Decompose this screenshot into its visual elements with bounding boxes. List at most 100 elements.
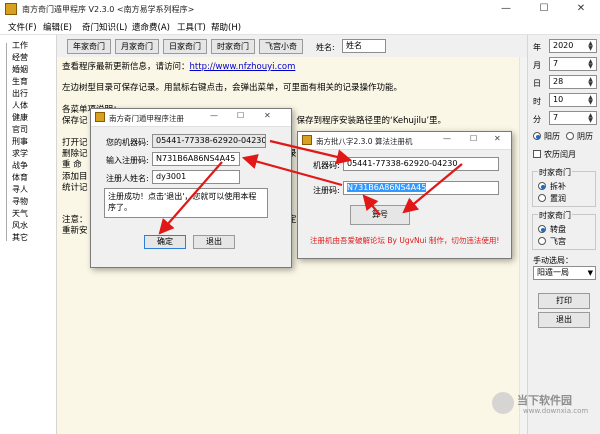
- app-icon: [5, 3, 17, 15]
- year-value: 2020: [553, 41, 574, 50]
- content-scrollbar[interactable]: [519, 57, 527, 434]
- solar-radio[interactable]: [533, 132, 541, 140]
- minute-spinner[interactable]: 7 ▲ ▼: [549, 111, 597, 125]
- chaibu-radio[interactable]: [538, 182, 546, 190]
- zhirun-radio[interactable]: [538, 194, 546, 202]
- month-label: 月: [533, 61, 541, 70]
- feigong-radio[interactable]: [538, 237, 546, 245]
- register-code-label: 输入注册码:: [106, 156, 149, 165]
- save-path-text: ）保存到程序安装路径里的‘Kehujilu’里。: [288, 116, 447, 126]
- register-exit-button[interactable]: 退出: [193, 235, 235, 249]
- spin-arrows-icon[interactable]: ▲ ▼: [586, 41, 595, 52]
- rename-text: 重 命: [62, 160, 82, 170]
- year-spinner[interactable]: 2020 ▲ ▼: [549, 39, 597, 53]
- month-value: 7: [553, 59, 559, 68]
- machine-code-field[interactable]: 05441-77338-62920-04230: [152, 134, 266, 148]
- group2-title: 时家奇门: [538, 210, 572, 221]
- day-value: 28: [553, 77, 564, 86]
- title-bar: 南方奇门遁甲程序 V2.3.0 <南方易学系列程序> — ☐ ✕: [0, 0, 600, 18]
- year-label: 年: [533, 43, 541, 52]
- solar-label: 阳历: [544, 132, 560, 141]
- tree-item[interactable]: 官司: [12, 124, 28, 135]
- tree-item[interactable]: 出行: [12, 88, 28, 99]
- lunar-radio[interactable]: [566, 132, 574, 140]
- window-title: 南方奇门遁甲程序 V2.3.0 <南方易学系列程序>: [22, 5, 195, 14]
- name-input[interactable]: 姓名: [342, 39, 386, 53]
- feigong-button[interactable]: 飞宫小奇: [259, 39, 303, 54]
- menu-edit[interactable]: 编辑(E): [43, 21, 72, 33]
- keygen-dialog-close[interactable]: ✕: [494, 134, 501, 143]
- tree-item[interactable]: 寻物: [12, 196, 28, 207]
- keygen-code-field[interactable]: N731B6A86NS4A45: [343, 181, 499, 195]
- month-qimen-button[interactable]: 月家奇门: [115, 39, 159, 54]
- zhuanpan-label: 转盘: [550, 225, 566, 234]
- menu-help[interactable]: 帮助(H): [211, 21, 241, 33]
- close-button[interactable]: ✕: [562, 0, 600, 18]
- minute-value: 7: [553, 113, 559, 122]
- tree-item[interactable]: 人体: [12, 100, 28, 111]
- register-dialog-close[interactable]: ✕: [264, 111, 271, 120]
- hour-qimen-button[interactable]: 时家奇门: [211, 39, 255, 54]
- menu-file[interactable]: 文件(F): [8, 21, 37, 33]
- keygen-dialog-maximize[interactable]: ☐: [470, 134, 477, 143]
- manual-select-dropdown[interactable]: 阳遁一局 ▼: [533, 266, 596, 280]
- register-dialog-maximize[interactable]: ☐: [237, 111, 244, 120]
- minimize-button[interactable]: —: [487, 0, 525, 18]
- registrant-name-label: 注册人姓名:: [106, 174, 149, 183]
- tree-item[interactable]: 工作: [12, 40, 28, 51]
- tree-item[interactable]: 体育: [12, 172, 28, 183]
- tree-item[interactable]: 生育: [12, 76, 28, 87]
- month-spinner[interactable]: 7 ▲ ▼: [549, 57, 597, 71]
- ok-button[interactable]: 确定: [144, 235, 186, 249]
- lunar-label: 阴历: [577, 132, 593, 141]
- calculate-button[interactable]: 算号: [350, 205, 410, 225]
- menu-tools[interactable]: 工具(T): [177, 21, 206, 33]
- hour-spinner[interactable]: 10 ▲ ▼: [549, 93, 597, 107]
- year-qimen-button[interactable]: 年家奇门: [67, 39, 111, 54]
- tree-item[interactable]: 经营: [12, 52, 28, 63]
- tree-item[interactable]: 战争: [12, 160, 28, 171]
- menu-fee[interactable]: 遗命费(A): [132, 21, 170, 33]
- chevron-down-icon[interactable]: ▼: [588, 267, 593, 279]
- group1-title: 时家奇门: [538, 167, 572, 178]
- register-code-field[interactable]: N731B6A86NS4A45: [152, 152, 240, 166]
- dialog-app-icon: [95, 112, 105, 122]
- spin-arrows-icon[interactable]: ▲ ▼: [586, 77, 595, 88]
- watermark-url: www.downxia.com: [523, 407, 589, 415]
- register-message: 注册成功！点击'退出'，您就可以使用本程序了。: [108, 192, 257, 212]
- menu-qimen-knowledge[interactable]: 奇门知识(L): [82, 21, 127, 33]
- keygen-dialog-minimize[interactable]: —: [443, 134, 451, 143]
- tree-connector: [6, 43, 7, 241]
- day-spinner[interactable]: 28 ▲ ▼: [549, 75, 597, 89]
- spin-arrows-icon[interactable]: ▲ ▼: [586, 59, 595, 70]
- keygen-app-icon: [302, 135, 312, 145]
- register-dialog-minimize[interactable]: —: [210, 111, 218, 120]
- keygen-machine-field[interactable]: 05441-77338-62920-04230: [343, 157, 499, 171]
- tree-item[interactable]: 风水: [12, 220, 28, 231]
- print-button[interactable]: 打印: [538, 293, 590, 309]
- exit-button[interactable]: 退出: [538, 312, 590, 328]
- spin-arrows-icon[interactable]: ▲ ▼: [586, 113, 595, 124]
- day-qimen-button[interactable]: 日家奇门: [163, 39, 207, 54]
- keygen-code-value: N731B6A86NS4A45: [347, 183, 427, 192]
- name-label: 姓名:: [316, 43, 335, 52]
- tree-item[interactable]: 寻人: [12, 184, 28, 195]
- spin-arrows-icon[interactable]: ▲ ▼: [586, 95, 595, 106]
- website-link[interactable]: http://www.nfzhouyi.com: [190, 62, 296, 72]
- registrant-name-field[interactable]: dy3001: [152, 170, 240, 184]
- tree-item[interactable]: 其它: [12, 232, 28, 243]
- zhirun-label: 置润: [550, 194, 566, 203]
- tree-item[interactable]: 刑事: [12, 136, 28, 147]
- hour-value: 10: [553, 95, 564, 104]
- tree-item[interactable]: 求学: [12, 148, 28, 159]
- leap-month-checkbox[interactable]: [533, 150, 541, 158]
- maximize-button[interactable]: ☐: [525, 0, 563, 18]
- reinstall-text: 重新安: [62, 226, 88, 236]
- minute-label: 分: [533, 115, 541, 124]
- tree-item[interactable]: 健康: [12, 112, 28, 123]
- zhuanpan-radio[interactable]: [538, 225, 546, 233]
- tree-hint: 左边树型目录可保存记录。用鼠标右键点击，会弹出菜单，可里面有相关的记录操作功能。: [62, 83, 403, 93]
- tree-item[interactable]: 婚姻: [12, 64, 28, 75]
- keygen-code-label: 注册码:: [313, 186, 340, 195]
- tree-item[interactable]: 天气: [12, 208, 28, 219]
